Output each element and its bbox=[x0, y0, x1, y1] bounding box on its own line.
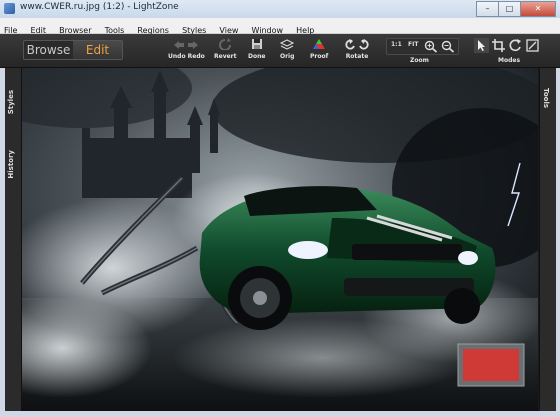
done-label: Done bbox=[248, 53, 266, 60]
proof-button[interactable]: Proof bbox=[310, 38, 328, 60]
window-controls: – □ ✕ bbox=[476, 1, 556, 17]
undo-redo-group: Undo Redo bbox=[168, 38, 205, 60]
styles-tab[interactable]: Styles bbox=[7, 90, 15, 114]
undo-redo-label: Undo Redo bbox=[168, 53, 205, 60]
mode-switch: Browse Edit bbox=[23, 40, 123, 60]
rotate-icon[interactable] bbox=[344, 38, 370, 50]
rotate-label: Rotate bbox=[345, 53, 369, 60]
close-button[interactable]: ✕ bbox=[520, 1, 556, 17]
edit-mode-button[interactable]: Edit bbox=[73, 41, 122, 59]
rotate-group: Rotate bbox=[344, 38, 370, 60]
image-canvas[interactable] bbox=[22, 68, 538, 411]
app-icon bbox=[4, 3, 15, 14]
color-triangle-icon bbox=[313, 39, 326, 49]
layers-icon bbox=[280, 39, 295, 50]
tools-tab[interactable]: Tools bbox=[542, 88, 550, 108]
right-sidebar: Tools bbox=[539, 68, 556, 413]
window-bottom-border bbox=[0, 411, 560, 417]
save-disk-icon bbox=[251, 39, 262, 49]
minimize-button[interactable]: – bbox=[476, 1, 498, 17]
window-title: www.CWER.ru.jpg (1:2) - LightZone bbox=[20, 2, 179, 12]
rotate-mode-icon[interactable] bbox=[508, 38, 523, 53]
revert-label: Revert bbox=[214, 53, 237, 60]
modes-controls bbox=[474, 38, 540, 53]
modes-label: Modes bbox=[498, 57, 521, 64]
menu-bar: File Edit Browser Tools Regions Styles V… bbox=[0, 18, 560, 35]
region-mode-icon[interactable] bbox=[525, 38, 540, 53]
maximize-button[interactable]: □ bbox=[498, 1, 520, 17]
zoom-fit-button[interactable]: FIT bbox=[408, 41, 418, 48]
orig-label: Orig bbox=[280, 53, 295, 60]
zoom-one-to-one-button[interactable]: 1:1 bbox=[391, 41, 402, 48]
window-titlebar: www.CWER.ru.jpg (1:2) - LightZone – □ ✕ bbox=[0, 0, 560, 19]
revert-button[interactable]: Revert bbox=[214, 38, 237, 60]
proof-label: Proof bbox=[310, 53, 329, 60]
left-sidebar: Styles History bbox=[5, 68, 22, 413]
orig-button[interactable]: Orig bbox=[280, 38, 294, 60]
crop-icon[interactable] bbox=[491, 38, 506, 53]
zoom-in-icon[interactable] bbox=[424, 40, 438, 53]
revert-icon bbox=[219, 38, 232, 50]
history-tab[interactable]: History bbox=[7, 150, 15, 179]
zoom-out-icon[interactable] bbox=[441, 40, 455, 53]
zoom-controls: 1:1 FIT bbox=[386, 38, 459, 55]
undo-redo-icon[interactable] bbox=[169, 38, 203, 50]
edited-photo bbox=[22, 68, 538, 411]
done-button[interactable]: Done bbox=[248, 38, 265, 60]
zoom-label: Zoom bbox=[410, 57, 429, 64]
pointer-arrow-icon[interactable] bbox=[474, 38, 489, 53]
browse-mode-button[interactable]: Browse bbox=[24, 41, 73, 59]
